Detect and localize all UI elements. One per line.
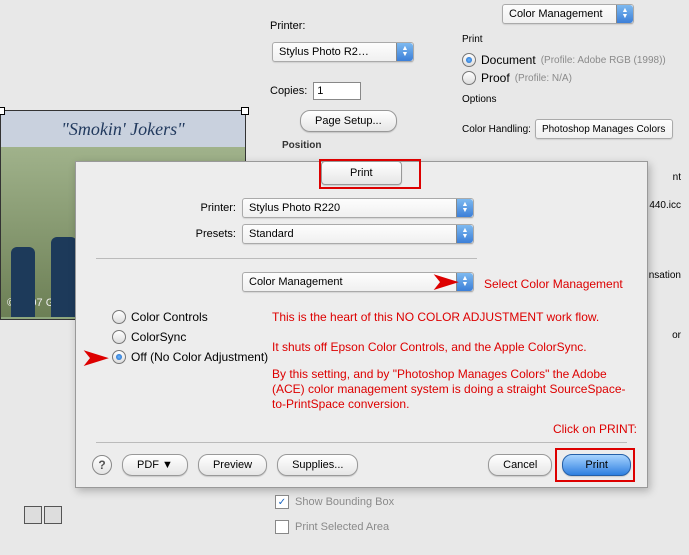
preview-button[interactable]: Preview (198, 454, 267, 476)
bg-trail-icc: 440.icc (649, 200, 681, 211)
annot-select-cm: Select Color Management (484, 277, 623, 291)
pdf-button[interactable]: PDF ▼ (122, 454, 188, 476)
annot-line3: By this setting, and by "Photoshop Manag… (272, 367, 632, 412)
cm-colorhandling-value: Photoshop Manages Colors (536, 124, 672, 135)
bg-copies-input[interactable] (313, 82, 361, 100)
thumb-caption: "Smokin' Jokers" (61, 119, 184, 140)
cm-top-value: Color Management (503, 8, 623, 20)
cm-proof-profile: (Profile: N/A) (515, 73, 572, 84)
updown-icon: ▲▼ (616, 5, 633, 23)
radio-off[interactable]: Off (No Color Adjustment) (112, 350, 268, 364)
radio-icon (112, 350, 126, 364)
annot-title-box (319, 159, 421, 189)
dlg-printer-value: Stylus Photo R220 (243, 202, 360, 214)
annot-arrow2-icon: ➤ (81, 345, 109, 371)
cm-document-radio[interactable]: Document (Profile: Adobe RGB (1998)) (462, 53, 666, 67)
dlg-printer-select[interactable]: Stylus Photo R220 ▲▼ (242, 198, 474, 218)
bg-showbbox-label: Show Bounding Box (295, 496, 394, 508)
bg-printselected-label: Print Selected Area (295, 521, 389, 533)
radio-colorsync[interactable]: ColorSync (112, 330, 186, 344)
bg-printer-value: Stylus Photo R2… (273, 46, 389, 58)
dlg-printer-label: Printer: (136, 202, 236, 214)
annot-click-print: Click on PRINT: (553, 422, 637, 436)
bg-printselected-check[interactable] (275, 520, 289, 534)
radio-color-controls-label: Color Controls (131, 310, 208, 324)
bg-copies-label: Copies: (270, 85, 307, 97)
bg-page-setup-button[interactable]: Page Setup... (300, 110, 397, 132)
cancel-button[interactable]: Cancel (488, 454, 552, 476)
updown-icon: ▲▼ (456, 225, 473, 243)
supplies-button[interactable]: Supplies... (277, 454, 358, 476)
radio-color-controls[interactable]: Color Controls (112, 310, 208, 324)
cm-proof-radio[interactable]: Proof (Profile: N/A) (462, 71, 572, 85)
cm-document-label: Document (481, 53, 536, 67)
updown-icon: ▲▼ (396, 43, 413, 61)
radio-off-label: Off (No Color Adjustment) (131, 350, 268, 364)
dlg-presets-select[interactable]: Standard ▲▼ (242, 224, 474, 244)
cm-proof-label: Proof (481, 71, 510, 85)
cm-document-profile: (Profile: Adobe RGB (1998)) (541, 55, 666, 66)
bg-trail-or: or (672, 330, 681, 341)
bg-position-title: Position (282, 140, 321, 151)
radio-colorsync-label: ColorSync (131, 330, 186, 344)
dlg-section-value: Color Management (243, 276, 363, 288)
bg-showbbox-check[interactable]: ✓ (275, 495, 289, 509)
radio-icon (462, 71, 476, 85)
annot-line1: This is the heart of this NO COLOR ADJUS… (272, 310, 632, 324)
print-dialog: Print Printer: Stylus Photo R220 ▲▼ Pres… (75, 161, 648, 488)
annot-arrow-icon: ➤ (431, 269, 459, 295)
updown-icon: ▲▼ (456, 199, 473, 217)
bg-printer-select[interactable]: Stylus Photo R2… ▲▼ (272, 42, 414, 62)
cm-colorhandling-label: Color Handling: (462, 124, 531, 135)
cm-options-label: Options (462, 94, 687, 105)
annot-line2: It shuts off Epson Color Controls, and t… (272, 340, 632, 354)
help-button[interactable]: ? (92, 455, 112, 475)
landscape-icon[interactable] (24, 506, 42, 524)
bg-trail-nsation: nsation (649, 270, 681, 281)
portrait-icon[interactable] (44, 506, 62, 524)
bg-printer-label: Printer: (270, 20, 305, 32)
radio-icon (112, 330, 126, 344)
cm-colorhandling-select[interactable]: Photoshop Manages Colors (535, 119, 673, 139)
dlg-presets-value: Standard (243, 228, 314, 240)
annot-print-box (555, 448, 635, 482)
radio-icon (462, 53, 476, 67)
dlg-presets-label: Presets: (136, 228, 236, 240)
cm-print-label: Print (462, 34, 687, 45)
cm-top-select[interactable]: Color Management ▲▼ (502, 4, 634, 24)
bg-trail-nt: nt (673, 172, 681, 183)
radio-icon (112, 310, 126, 324)
